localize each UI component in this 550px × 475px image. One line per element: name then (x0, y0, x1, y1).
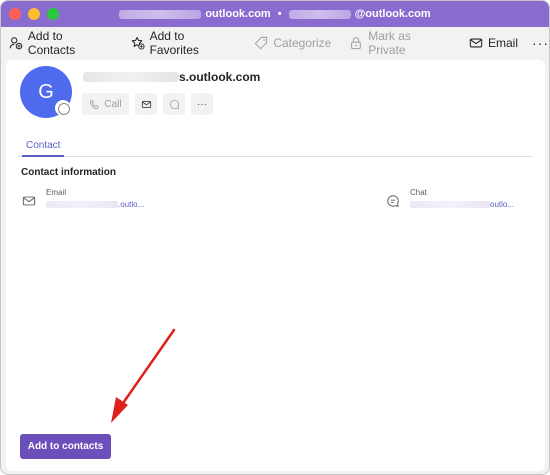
call-label: Call (104, 98, 122, 110)
chat-field-label: Chat (410, 188, 427, 197)
mark-as-private-label: Mark as Private (368, 29, 411, 57)
categorize-toolbar-button[interactable]: Categorize (254, 36, 331, 50)
person-add-icon (9, 37, 23, 50)
chat-icon (387, 195, 399, 207)
avatar-initial: G (38, 80, 54, 103)
add-to-favorites-label: Add to Favorites (149, 29, 199, 57)
contact-name-suffix: s.outlook.com (179, 70, 261, 84)
categorize-label: Categorize (273, 36, 332, 50)
redacted-text (83, 72, 179, 82)
window-title-left: outlook.com (205, 8, 271, 20)
more-options-button[interactable]: ··· (532, 35, 549, 51)
window-title-separator: • (277, 8, 282, 20)
send-email-button[interactable] (135, 93, 157, 115)
add-to-contacts-button[interactable]: Add to contacts (20, 434, 111, 459)
chat-info: Chat outlo... (386, 188, 514, 209)
title-bar: outlook.com • @outlook.com (1, 1, 549, 27)
contact-card: G s.outlook.com Call ··· Contact Contact… (6, 60, 545, 471)
more-actions-label: ··· (197, 98, 207, 110)
quick-actions: Call ··· (82, 93, 213, 115)
email-info: Email .outlo... (22, 188, 144, 209)
add-to-favorites-toolbar-button[interactable]: Add to Favorites (131, 29, 237, 57)
email-address-suffix: .outlo... (118, 200, 145, 209)
star-add-icon (131, 37, 145, 50)
tab-contact[interactable]: Contact (22, 137, 65, 157)
lock-icon (351, 37, 362, 50)
redacted-text (46, 201, 118, 208)
command-toolbar: Add to Contacts Add to Favorites Categor… (1, 27, 549, 59)
chat-button[interactable] (163, 93, 185, 115)
mail-icon (469, 38, 483, 48)
contact-window: outlook.com • @outlook.com Add to Contac… (0, 0, 550, 475)
mark-as-private-toolbar-button[interactable]: Mark as Private (349, 29, 451, 57)
tab-bar: Contact (18, 137, 533, 157)
mail-icon (22, 196, 36, 206)
more-actions-button[interactable]: ··· (191, 93, 213, 115)
call-button[interactable]: Call (82, 93, 129, 115)
contact-information-heading: Contact information (21, 167, 116, 178)
contact-name: s.outlook.com (83, 70, 260, 84)
window-title-right: @outlook.com (354, 8, 431, 20)
email-label: Email (488, 36, 519, 50)
redacted-text (410, 201, 490, 208)
chat-address-suffix: outlo... (490, 200, 515, 209)
chat-icon (169, 99, 179, 109)
redacted-text (119, 9, 202, 19)
window-title: outlook.com • @outlook.com (1, 1, 549, 27)
email-field-label: Email (46, 188, 67, 197)
add-to-contacts-label: Add to Contacts (27, 29, 76, 57)
email-toolbar-button[interactable]: Email (469, 36, 518, 50)
redacted-text (288, 9, 351, 19)
email-address-link[interactable]: .outlo... (46, 200, 144, 209)
chat-address-link[interactable]: outlo... (410, 200, 514, 209)
add-to-contacts-toolbar-button[interactable]: Add to Contacts (9, 29, 113, 57)
presence-status-icon (55, 100, 71, 116)
mail-icon (141, 100, 151, 108)
tag-icon (255, 36, 268, 50)
phone-icon (90, 99, 100, 109)
